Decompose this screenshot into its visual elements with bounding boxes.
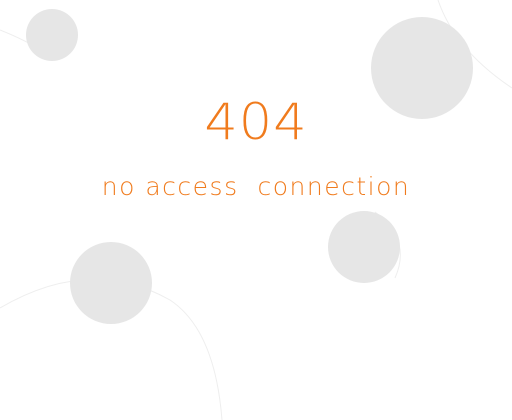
decorative-bubble [328,211,400,283]
decorative-bubble [70,242,152,324]
error-page: 404 no access connection [0,0,512,420]
background-decoration [0,0,512,420]
error-message: no access connection [101,172,411,201]
error-code: 404 [204,93,308,151]
decorative-bubble [26,9,78,61]
